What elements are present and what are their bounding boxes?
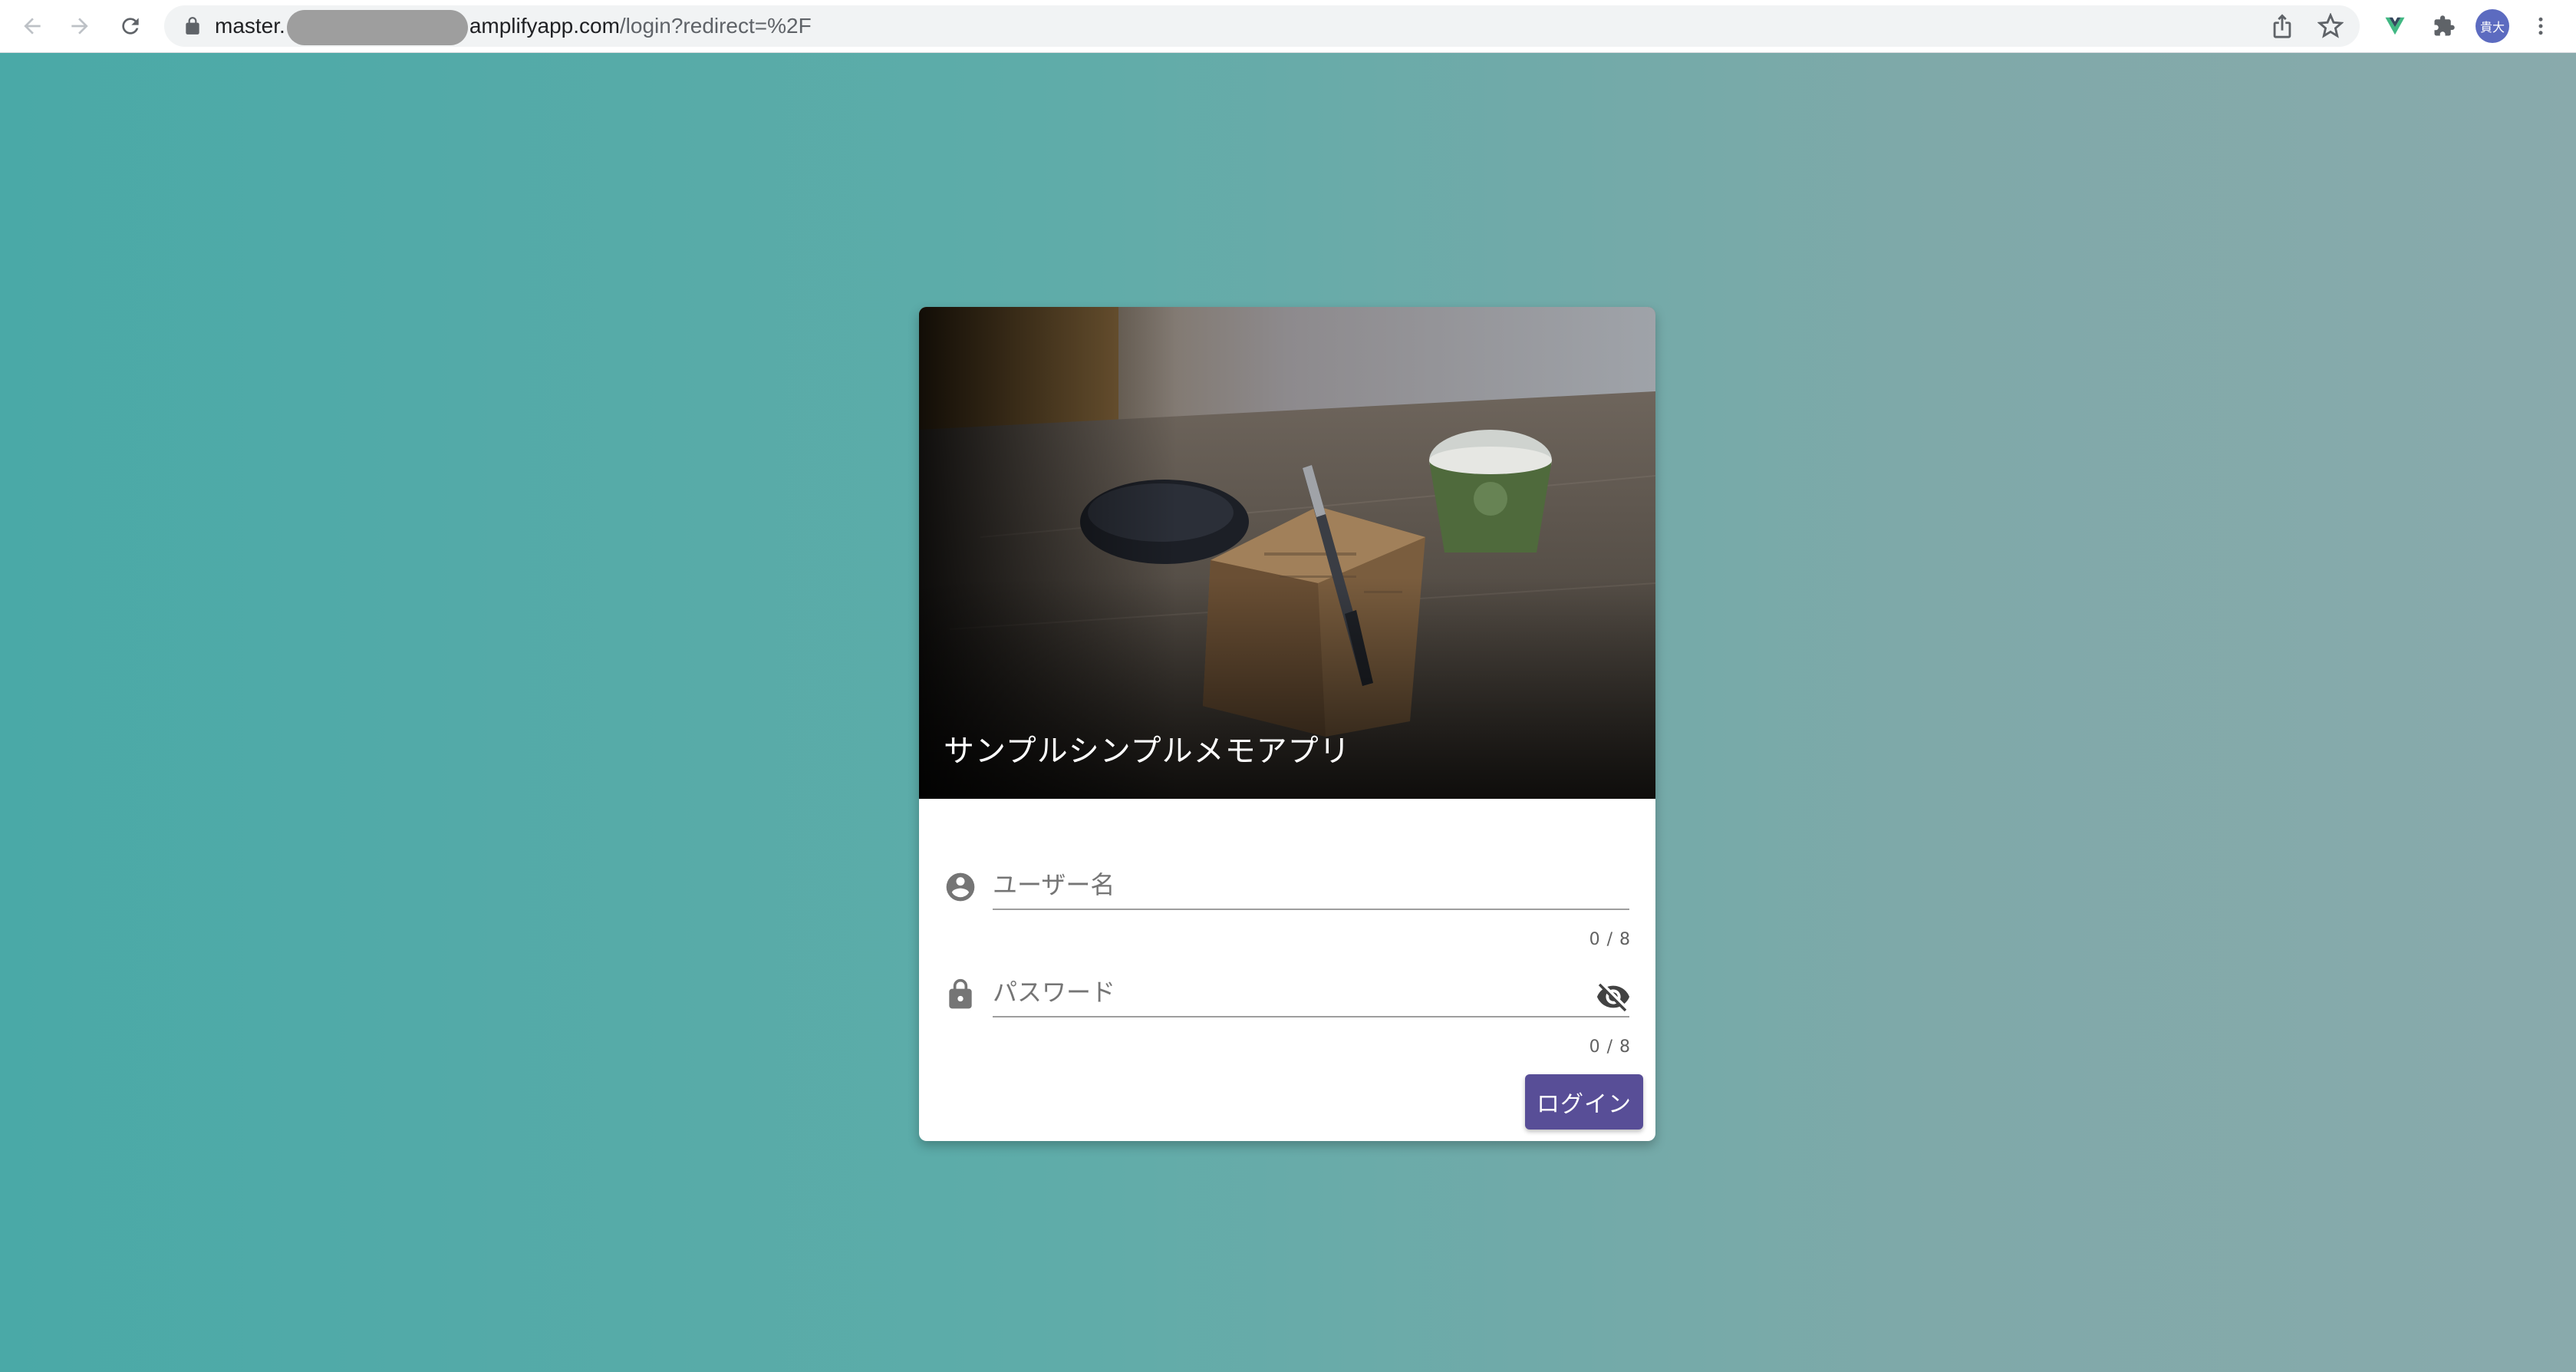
vue-extension-button[interactable]: [2378, 9, 2412, 43]
reload-button[interactable]: [112, 8, 149, 45]
reload-icon: [122, 18, 139, 35]
login-button[interactable]: ログイン: [1525, 1074, 1643, 1130]
forward-button[interactable]: [61, 8, 98, 45]
browser-toolbar: master. amplifyapp.com/login?redirect=%2F…: [0, 0, 2576, 53]
browser-menu-button[interactable]: [2524, 9, 2558, 43]
desk-photo-illustration: [919, 307, 1655, 799]
password-field: 0 / 8: [944, 961, 1631, 1057]
profile-avatar[interactable]: 貴大: [2476, 9, 2509, 43]
username-input[interactable]: [993, 861, 1629, 910]
arrow-forward-icon: [71, 18, 88, 35]
address-bar[interactable]: master. amplifyapp.com/login?redirect=%2F: [164, 5, 2360, 47]
account-circle-icon: [946, 872, 975, 902]
header-photo: サンプルシンプルメモアプリ: [919, 307, 1655, 799]
vue-icon: [2385, 17, 2405, 35]
puzzle-icon: [2434, 15, 2455, 36]
star-icon[interactable]: [2317, 13, 2344, 39]
username-counter: 0 / 8: [1589, 930, 1631, 949]
page-background: サンプルシンプルメモアプリ 0 / 8 0 / 8 ログイン: [0, 53, 2576, 1372]
url-domain: amplifyapp.com: [469, 14, 620, 38]
username-field: 0 / 8: [944, 853, 1631, 949]
login-card: サンプルシンプルメモアプリ 0 / 8 0 / 8 ログイン: [919, 307, 1655, 1141]
lock-icon: [186, 17, 199, 35]
lock-icon: [949, 978, 972, 1009]
arrow-back-icon: [24, 18, 41, 35]
kebab-menu-icon: [2538, 17, 2543, 35]
eye-off-icon[interactable]: [1596, 979, 1631, 1014]
password-input[interactable]: [993, 968, 1629, 1017]
password-counter: 0 / 8: [1589, 1037, 1631, 1057]
share-icon[interactable]: [2269, 13, 2295, 39]
url-text: master. amplifyapp.com/login?redirect=%2F: [215, 5, 812, 47]
redacted-url-segment: [286, 9, 468, 45]
back-button[interactable]: [14, 8, 51, 45]
url-path: /login?redirect=%2F: [619, 14, 812, 38]
extensions-button[interactable]: [2427, 9, 2461, 43]
app-title: サンプルシンプルメモアプリ: [944, 734, 1351, 769]
url-prefix: master.: [215, 14, 285, 38]
